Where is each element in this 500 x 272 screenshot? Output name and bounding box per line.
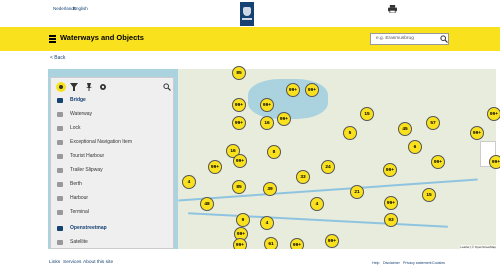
footer: Links Services About this site Help Disc… [0, 249, 500, 272]
layer-type-icon [57, 210, 63, 215]
layer-item[interactable]: Tourist Harbour [70, 153, 104, 159]
map-cluster-marker[interactable]: 99+ [232, 116, 246, 130]
map-cluster-marker[interactable]: 99+ [384, 196, 398, 210]
printer-icon[interactable] [388, 5, 397, 13]
map-cluster-marker[interactable]: 15 [360, 107, 374, 121]
layer-item[interactable]: Satellite [70, 239, 88, 245]
layer-type-icon [57, 140, 63, 145]
map-cluster-marker[interactable]: 99+ [286, 83, 300, 97]
layer-item[interactable]: Openstreetmap [70, 225, 107, 231]
map-cluster-marker[interactable]: 24 [321, 160, 335, 174]
search-icon[interactable] [163, 83, 171, 91]
map-cluster-marker[interactable]: 15 [422, 188, 436, 202]
map-cluster-marker[interactable]: 85 [232, 180, 246, 194]
lang-en-link[interactable]: English [73, 6, 88, 11]
map-cluster-marker[interactable]: 45 [398, 122, 412, 136]
map-cluster-marker[interactable]: 39 [263, 182, 277, 196]
footer-link-cookies[interactable]: Cookies [432, 261, 445, 265]
menu-icon[interactable] [49, 35, 56, 43]
map-cluster-marker[interactable]: 99+ [325, 234, 339, 248]
filter-icon[interactable] [70, 83, 78, 91]
layer-type-icon [57, 240, 63, 245]
gear-icon[interactable] [99, 83, 107, 91]
pin-icon[interactable] [85, 83, 93, 91]
layer-item[interactable]: Waterway [70, 111, 92, 117]
map-cluster-marker[interactable]: 4 [182, 175, 196, 189]
layers-icon[interactable] [56, 82, 66, 92]
map-cluster-marker[interactable]: 99+ [260, 98, 274, 112]
footer-link-links[interactable]: Links [49, 260, 60, 265]
search-icon[interactable] [440, 35, 448, 43]
layer-type-icon [57, 196, 63, 201]
map-cluster-marker[interactable]: 99+ [431, 155, 445, 169]
layer-type-icon [57, 226, 63, 231]
map-cluster-marker[interactable]: 99+ [383, 163, 397, 177]
page-title: Waterways and Objects [60, 33, 144, 42]
map-cluster-marker[interactable]: 4 [310, 197, 324, 211]
footer-link-disclaimer[interactable]: Disclaimer [383, 261, 400, 265]
map-cluster-marker[interactable]: 6 [408, 140, 422, 154]
map-cluster-marker[interactable]: 99+ [277, 112, 291, 126]
map-cluster-marker[interactable]: 99+ [233, 154, 247, 168]
map-cluster-marker[interactable]: 99+ [232, 98, 246, 112]
footer-link-help[interactable]: Help [372, 261, 379, 265]
map-cluster-marker[interactable]: 99+ [305, 83, 319, 97]
map-cluster-marker[interactable]: 16 [260, 116, 274, 130]
map-cluster-marker[interactable]: 4 [260, 216, 274, 230]
crest-icon [243, 7, 251, 16]
layer-type-icon [57, 182, 63, 187]
footer-link-services[interactable]: Services [63, 260, 81, 265]
map-cluster-marker[interactable]: 99+ [487, 107, 500, 121]
footer-link-privacy[interactable]: Privacy statement [403, 261, 432, 265]
map-cluster-marker[interactable]: 93 [384, 213, 398, 227]
map-cluster-marker[interactable]: 99+ [489, 155, 500, 169]
search-input[interactable]: e.g. Erasmusbrug [370, 33, 449, 45]
footer-link-about[interactable]: About this site [83, 260, 113, 265]
map-cluster-marker[interactable]: 33 [296, 170, 310, 184]
map-cluster-marker[interactable]: 48 [200, 197, 214, 211]
map-cluster-marker[interactable]: 99+ [208, 160, 222, 174]
layer-type-icon [57, 126, 63, 131]
map-cluster-marker[interactable]: 99+ [470, 126, 484, 140]
map-cluster-marker[interactable]: 85 [232, 66, 246, 80]
map-cluster-marker[interactable]: 5 [343, 126, 357, 140]
layer-item[interactable]: Trailer Slipway [70, 167, 103, 173]
layer-item[interactable]: Terminal [70, 209, 89, 215]
layer-type-icon [57, 154, 63, 159]
map-cluster-marker[interactable]: 8 [267, 145, 281, 159]
map-cluster-marker[interactable]: 9 [236, 213, 250, 227]
layer-item[interactable]: Berth [70, 181, 82, 187]
layer-type-icon [57, 98, 63, 103]
top-bar: Nederlands English [0, 0, 500, 27]
layer-item[interactable]: Exceptional Navigation Item [70, 139, 132, 145]
layer-item[interactable]: Bridge [70, 97, 86, 103]
map-cluster-marker[interactable]: 57 [426, 116, 440, 130]
layer-type-icon [57, 112, 63, 117]
layer-item[interactable]: Lock [70, 125, 81, 131]
filter-panel: Bridge Waterway Lock Exceptional Navigation… [50, 77, 174, 249]
layer-type-icon [57, 168, 63, 173]
layer-item[interactable]: Harbour [70, 195, 88, 201]
map-cluster-marker[interactable]: 21 [350, 185, 364, 199]
government-logo [240, 2, 254, 26]
back-link[interactable]: < Back [50, 55, 65, 61]
